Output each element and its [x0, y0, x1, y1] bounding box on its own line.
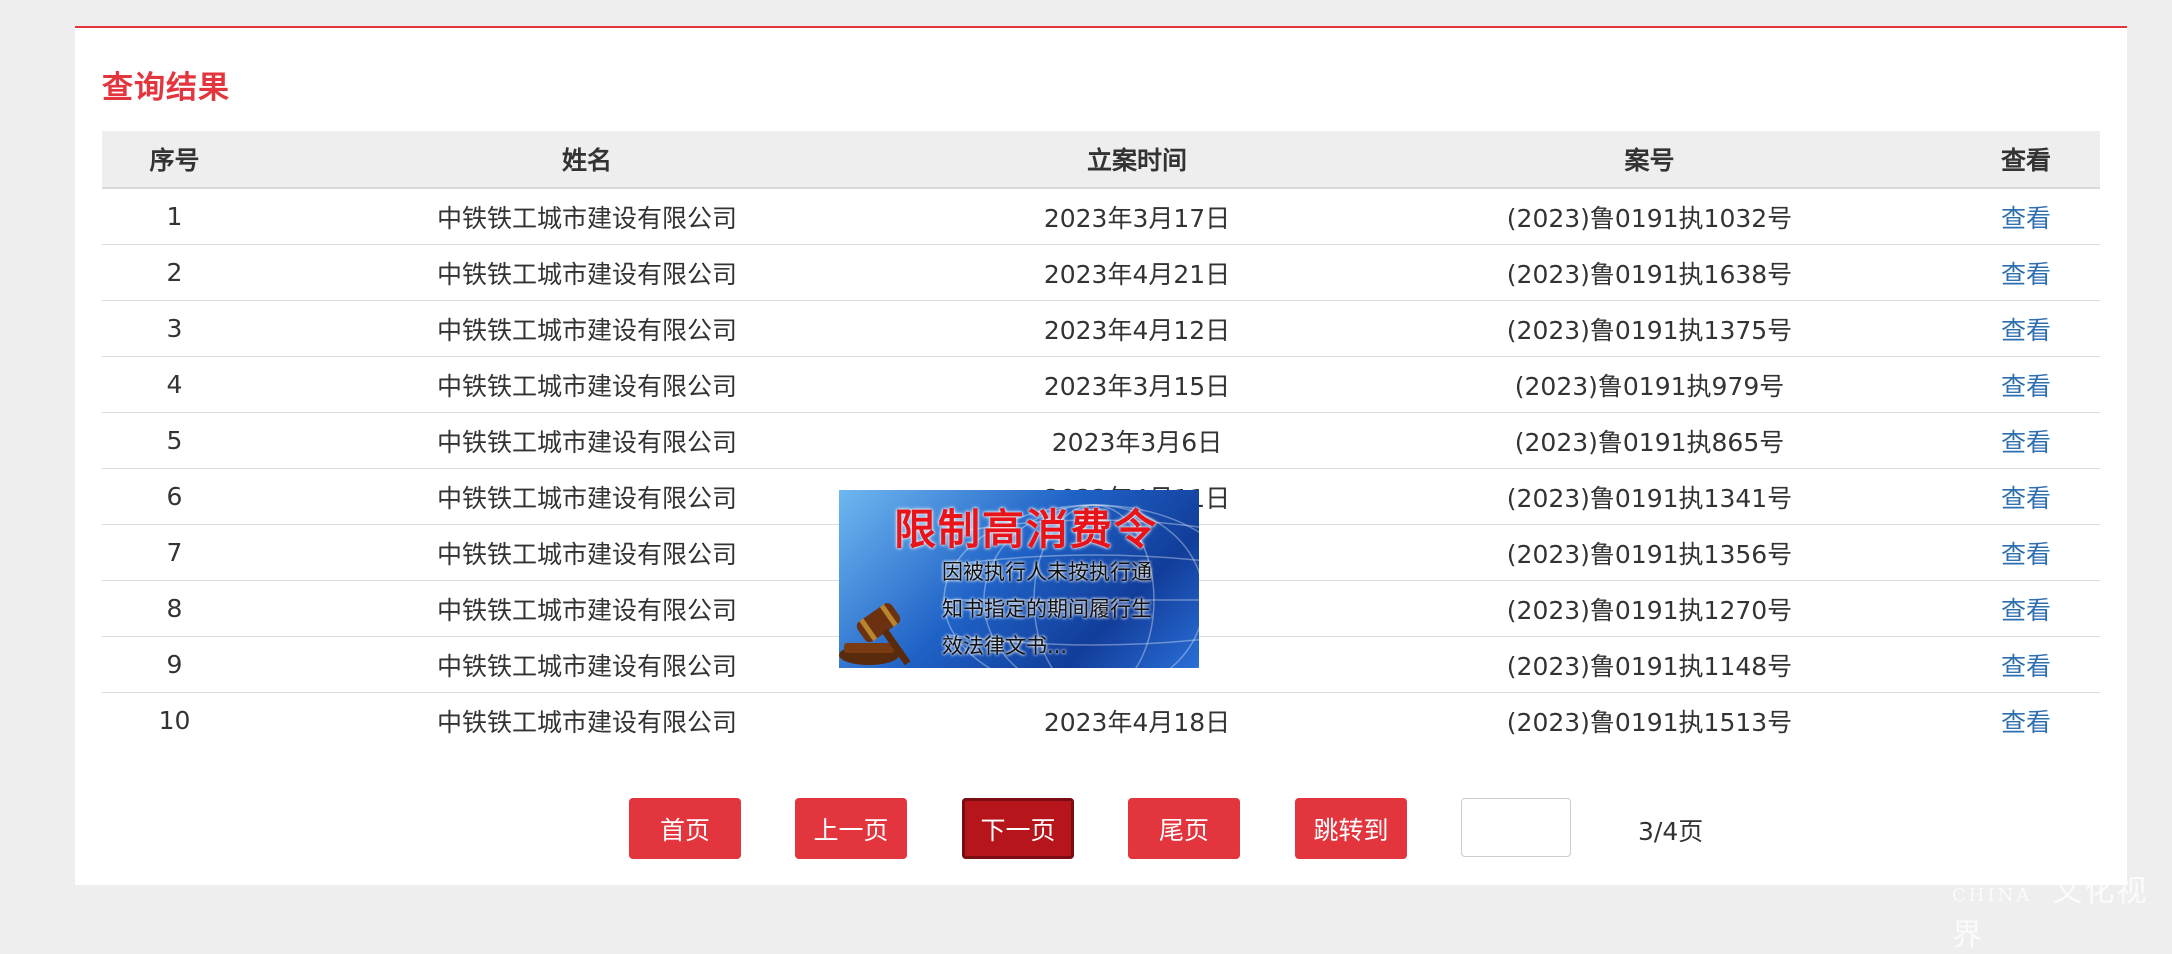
row-view-cell: 查看	[1952, 244, 2100, 301]
table-header-row: 序号 姓名 立案时间 案号 查看	[102, 131, 2100, 189]
watermark-logo: CHINA 文化视界	[1952, 866, 2172, 954]
row-view-cell: 查看	[1952, 188, 2100, 245]
row-view-cell: 查看	[1952, 356, 2100, 413]
row-name: 中铁铁工城市建设有限公司	[247, 300, 927, 357]
table-row: 3 中铁铁工城市建设有限公司 2023年4月12日 (2023)鲁0191执13…	[102, 300, 2100, 357]
first-page-button[interactable]: 首页	[629, 798, 741, 859]
row-case-number: (2023)鲁0191执1341号	[1347, 468, 1952, 525]
view-link[interactable]: 查看	[2001, 708, 2051, 737]
row-name: 中铁铁工城市建设有限公司	[247, 188, 927, 245]
header-view: 查看	[1952, 131, 2100, 189]
gavel-icon	[839, 603, 911, 666]
view-link[interactable]: 查看	[2001, 596, 2051, 625]
view-link[interactable]: 查看	[2001, 260, 2051, 289]
table-row: 2 中铁铁工城市建设有限公司 2023年4月21日 (2023)鲁0191执16…	[102, 244, 2100, 301]
view-link[interactable]: 查看	[2001, 428, 2051, 457]
ad-text-line: 因被执行人未按执行通	[942, 560, 1152, 584]
ad-popup[interactable]: 限制高消费令 因被执行人未按执行通 知书指定的期间履行生 效法律文书...	[839, 490, 1199, 668]
jump-page-input[interactable]	[1461, 798, 1571, 857]
ad-title: 限制高消费令	[894, 505, 1159, 554]
row-index: 7	[102, 524, 247, 581]
header-case-number: 案号	[1347, 131, 1952, 189]
row-case-number: (2023)鲁0191执1270号	[1347, 580, 1952, 637]
row-index: 5	[102, 412, 247, 469]
row-index: 4	[102, 356, 247, 413]
next-page-button[interactable]: 下一页	[962, 798, 1074, 859]
row-view-cell: 查看	[1952, 412, 2100, 469]
page-title: 查询结果	[102, 70, 230, 106]
row-index: 9	[102, 636, 247, 693]
row-case-number: (2023)鲁0191执1148号	[1347, 636, 1952, 693]
row-name: 中铁铁工城市建设有限公司	[247, 356, 927, 413]
view-link[interactable]: 查看	[2001, 652, 2051, 681]
ad-text-line: 效法律文书...	[942, 634, 1068, 658]
jump-to-button[interactable]: 跳转到	[1295, 798, 1407, 859]
row-case-number: (2023)鲁0191执1032号	[1347, 188, 1952, 245]
row-view-cell: 查看	[1952, 524, 2100, 581]
prev-page-button[interactable]: 上一页	[795, 798, 907, 859]
table-row: 4 中铁铁工城市建设有限公司 2023年3月15日 (2023)鲁0191执97…	[102, 356, 2100, 413]
ad-text-line: 知书指定的期间履行生	[942, 597, 1152, 621]
view-link[interactable]: 查看	[2001, 372, 2051, 401]
row-case-number: (2023)鲁0191执979号	[1347, 356, 1952, 413]
row-name: 中铁铁工城市建设有限公司	[247, 468, 927, 525]
view-link[interactable]: 查看	[2001, 204, 2051, 233]
row-case-number: (2023)鲁0191执1638号	[1347, 244, 1952, 301]
row-index: 3	[102, 300, 247, 357]
row-view-cell: 查看	[1952, 636, 2100, 693]
row-index: 10	[158, 706, 191, 735]
row-filing-date: 2023年3月17日	[927, 188, 1347, 245]
header-filing-date: 立案时间	[927, 131, 1347, 189]
row-filing-date: 2023年3月15日	[927, 356, 1347, 413]
row-view-cell: 查看	[1952, 300, 2100, 357]
last-page-button[interactable]: 尾页	[1128, 798, 1240, 859]
row-index: 2	[102, 244, 247, 301]
row-index: 6	[102, 468, 247, 525]
page-info: 3/4页	[1638, 817, 1704, 846]
row-view-cell: 查看	[1952, 468, 2100, 525]
row-index: 1	[102, 188, 247, 245]
view-link[interactable]: 查看	[2001, 540, 2051, 569]
results-panel: 查询结果 序号 姓名 立案时间 案号 查看 1 中铁铁工城市建设有限公司 202…	[75, 26, 2127, 885]
table-row: 10 中铁铁工城市建设有限公司 2023年4月18日 (2023)鲁0191执1…	[102, 693, 2100, 749]
row-case-number: (2023)鲁0191执1356号	[1347, 524, 1952, 581]
row-name: 中铁铁工城市建设有限公司	[247, 580, 927, 637]
view-link[interactable]: 查看	[2001, 316, 2051, 345]
row-filing-date: 2023年4月21日	[927, 244, 1347, 301]
row-case-number: (2023)鲁0191执1513号	[1506, 707, 1793, 737]
row-case-number: (2023)鲁0191执865号	[1347, 412, 1952, 469]
row-name: 中铁铁工城市建设有限公司	[436, 707, 737, 737]
header-name: 姓名	[247, 131, 927, 189]
row-view-cell: 查看	[1952, 580, 2100, 637]
row-name: 中铁铁工城市建设有限公司	[247, 636, 927, 693]
table-row: 5 中铁铁工城市建设有限公司 2023年3月6日 (2023)鲁0191执865…	[102, 412, 2100, 469]
row-view-cell: 查看	[1952, 693, 2100, 749]
row-name: 中铁铁工城市建设有限公司	[247, 244, 927, 301]
row-name: 中铁铁工城市建设有限公司	[247, 412, 927, 469]
row-name: 中铁铁工城市建设有限公司	[247, 524, 927, 581]
row-filing-date: 2023年4月18日	[1043, 707, 1231, 737]
view-link[interactable]: 查看	[2001, 484, 2051, 513]
pagination: 首页 上一页 下一页 尾页 跳转到 3/4页	[75, 798, 2127, 862]
row-filing-date: 2023年3月6日	[927, 412, 1347, 469]
header-index: 序号	[102, 131, 247, 189]
watermark-latin: CHINA	[1952, 885, 2033, 906]
table-row: 1 中铁铁工城市建设有限公司 2023年3月17日 (2023)鲁0191执10…	[102, 188, 2100, 245]
row-filing-date: 2023年4月12日	[927, 300, 1347, 357]
row-case-number: (2023)鲁0191执1375号	[1347, 300, 1952, 357]
row-index: 8	[102, 580, 247, 637]
